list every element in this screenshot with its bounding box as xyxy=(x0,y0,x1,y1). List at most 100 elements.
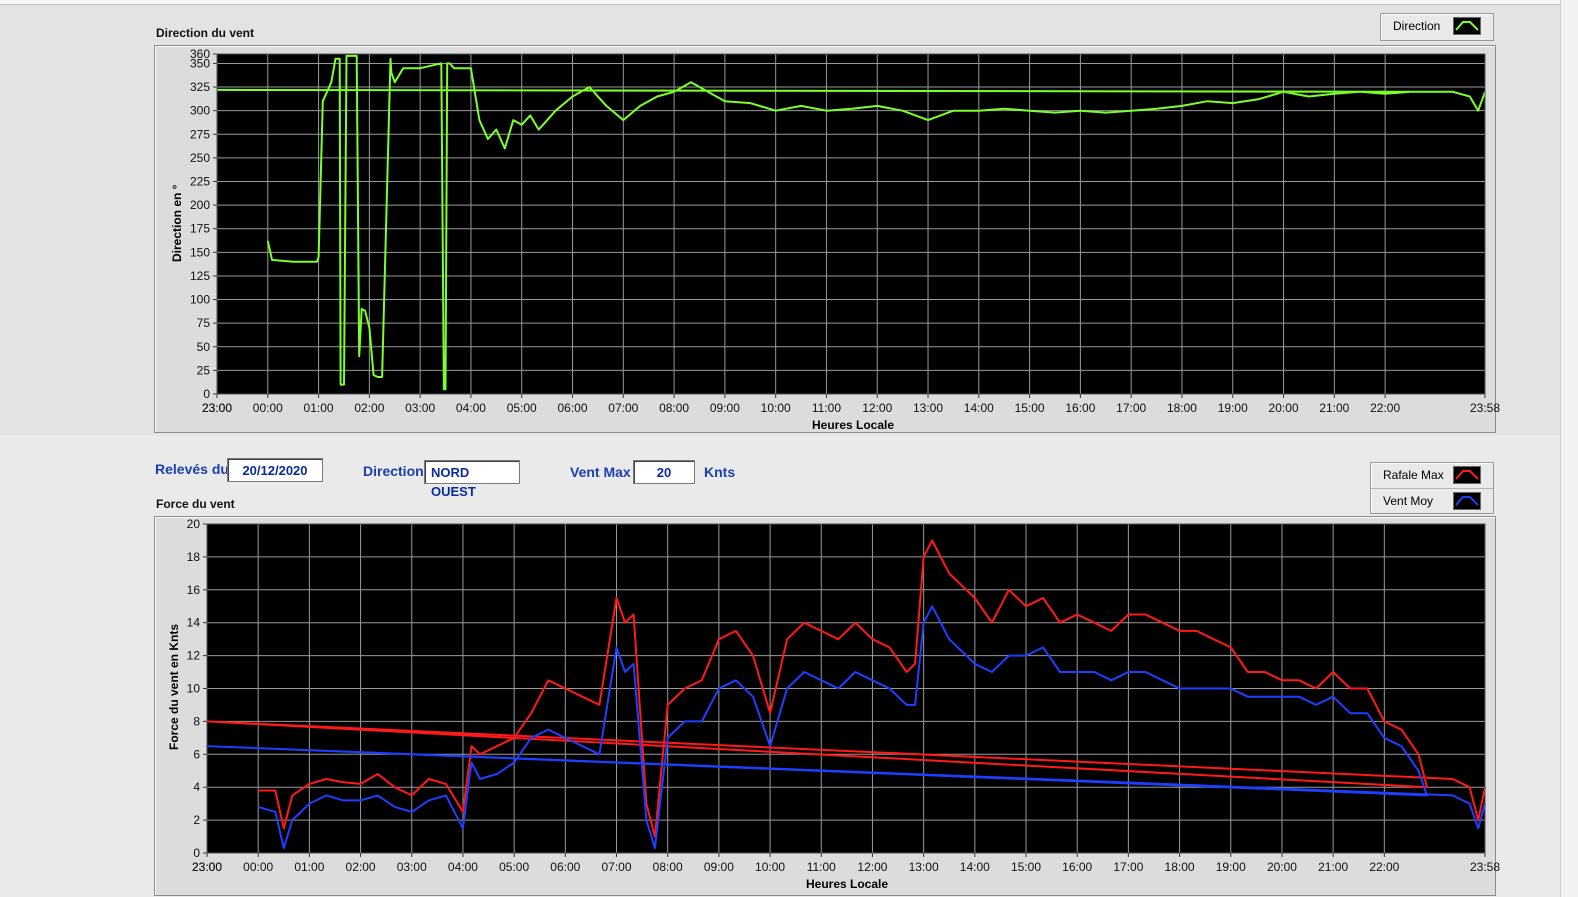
x-tick-label: 01:00 xyxy=(304,401,334,415)
x-tick-label: 17:00 xyxy=(1116,401,1146,415)
x-tick-label: 22:00 xyxy=(1369,860,1399,874)
force-chart: 23:00 00:00 01:00 02:00 03:00 04:00 05:00 06:00… xyxy=(187,517,1500,874)
x-tick-label: 20:00 xyxy=(1269,401,1299,415)
y-tick-label: 300 xyxy=(190,104,210,118)
x-tick-label: 00:00 xyxy=(253,401,283,415)
y-tick-label: 50 xyxy=(197,340,211,354)
force-chart-title: Force du vent xyxy=(156,497,235,511)
y-tick-label: 125 xyxy=(190,269,210,283)
plot-area xyxy=(217,54,1485,394)
releves-label: Relevés du xyxy=(155,461,229,477)
legend-line-icon xyxy=(1455,470,1479,480)
y-tick-label: 10 xyxy=(187,682,201,696)
legend-item-rafale: Rafale Max xyxy=(1371,463,1493,487)
x-tick-label: 01:00 xyxy=(294,860,324,874)
x-tick-label: 12:00 xyxy=(862,401,892,415)
y-tick-label: 225 xyxy=(190,175,210,189)
force-x-axis-label: Heures Locale xyxy=(806,877,889,891)
direction-legend: Direction xyxy=(1380,13,1494,41)
x-tick-label: 02:00 xyxy=(346,860,376,874)
legend-line-icon xyxy=(1455,21,1479,31)
y-tick-label: 4 xyxy=(193,780,200,794)
ventmax-label: Vent Max xyxy=(570,464,631,480)
x-tick-label: 23:58 xyxy=(1470,401,1500,415)
x-tick-label: 20:00 xyxy=(1267,860,1297,874)
y-tick-label: 18 xyxy=(187,550,201,564)
x-tick-label: 03:00 xyxy=(405,401,435,415)
x-tick-label: 15:00 xyxy=(1011,860,1041,874)
y-tick-label: 0 xyxy=(203,387,210,401)
y-tick-label: 275 xyxy=(190,127,210,141)
window-scroll-edge xyxy=(1560,0,1578,897)
y-tick-label: 25 xyxy=(197,363,211,377)
x-tick-label: 15:00 xyxy=(1015,401,1045,415)
x-tick-label: 00:00 xyxy=(243,860,273,874)
x-tick-label: 03:00 xyxy=(397,860,427,874)
legend-item-direction: Direction xyxy=(1381,14,1493,38)
legend-item-ventmoy: Vent Moy xyxy=(1371,488,1493,513)
y-tick-label: 20 xyxy=(187,517,201,531)
x-tick-label: 23:00 xyxy=(202,401,232,415)
y-tick-label: 12 xyxy=(187,649,201,663)
x-tick-label: 22:00 xyxy=(1370,401,1400,415)
x-tick-label: 23:58 xyxy=(1470,860,1500,874)
y-tick-label: 0 xyxy=(193,846,200,860)
y-tick-label: 6 xyxy=(193,747,200,761)
legend-swatch-ventmoy xyxy=(1453,492,1481,510)
x-tick-label: 07:00 xyxy=(601,860,631,874)
x-tick-label: 17:00 xyxy=(1113,860,1143,874)
legend-label-rafale: Rafale Max xyxy=(1383,468,1444,482)
x-tick-label: 06:00 xyxy=(557,401,587,415)
direction-value-field[interactable]: NORD OUEST xyxy=(424,460,520,499)
y-tick-label: 325 xyxy=(190,80,210,94)
y-tick-label: 360 xyxy=(190,47,210,61)
x-tick-label: 19:00 xyxy=(1216,860,1246,874)
x-tick-label: 08:00 xyxy=(653,860,683,874)
x-tick-label: 08:00 xyxy=(659,401,689,415)
x-tick-label: 09:00 xyxy=(710,401,740,415)
x-tick-label: 16:00 xyxy=(1065,401,1095,415)
x-tick-label: 13:00 xyxy=(913,401,943,415)
y-tick-label: 8 xyxy=(193,714,200,728)
y-tick-label: 75 xyxy=(197,316,211,330)
legend-label-ventmoy: Vent Moy xyxy=(1383,494,1434,508)
direction-x-axis-label: Heures Locale xyxy=(812,418,895,432)
x-tick-label: 07:00 xyxy=(608,401,638,415)
x-tick-label: 21:00 xyxy=(1319,401,1349,415)
x-tick-label: 18:00 xyxy=(1165,860,1195,874)
y-tick-label: 250 xyxy=(190,151,210,165)
x-tick-label: 12:00 xyxy=(857,860,887,874)
x-tick-label: 06:00 xyxy=(550,860,580,874)
legend-line-icon xyxy=(1455,496,1479,506)
x-tick-label: 10:00 xyxy=(755,860,785,874)
x-tick-label: 16:00 xyxy=(1062,860,1092,874)
x-tick-label: 05:00 xyxy=(499,860,529,874)
direction-label: Direction xyxy=(363,463,424,479)
x-tick-label: 14:00 xyxy=(960,860,990,874)
x-tick-label: 09:00 xyxy=(704,860,734,874)
x-tick-label: 11:00 xyxy=(812,401,841,415)
x-tick-label: 19:00 xyxy=(1218,401,1248,415)
x-tick-label: 04:00 xyxy=(448,860,478,874)
y-tick-label: 100 xyxy=(190,293,210,307)
x-tick-label: 02:00 xyxy=(354,401,384,415)
x-tick-label: 18:00 xyxy=(1167,401,1197,415)
y-tick-label: 175 xyxy=(190,222,210,236)
x-tick-label: 05:00 xyxy=(507,401,537,415)
x-tick-label: 21:00 xyxy=(1318,860,1348,874)
legend-swatch-direction xyxy=(1453,17,1481,35)
y-tick-label: 14 xyxy=(187,616,201,630)
y-tick-label: 200 xyxy=(190,198,210,212)
force-legend: Rafale Max Vent Moy xyxy=(1370,462,1494,514)
x-tick-label: 13:00 xyxy=(909,860,939,874)
legend-swatch-rafale xyxy=(1453,466,1481,484)
legend-label-direction: Direction xyxy=(1393,19,1441,33)
y-tick-label: 150 xyxy=(190,245,210,259)
x-tick-label: 23:00 xyxy=(192,860,222,874)
y-tick-label: 16 xyxy=(187,583,201,597)
ventmax-unit-label: Knts xyxy=(704,464,736,480)
direction-chart: 23:00 00:00 01:00 02:00 03:00 04:00 05:00 06:00… xyxy=(190,47,1500,415)
x-tick-label: 11:00 xyxy=(807,860,836,874)
ventmax-value-field[interactable]: 20 xyxy=(633,460,695,484)
releves-date-field[interactable]: 20/12/2020 xyxy=(227,458,323,482)
